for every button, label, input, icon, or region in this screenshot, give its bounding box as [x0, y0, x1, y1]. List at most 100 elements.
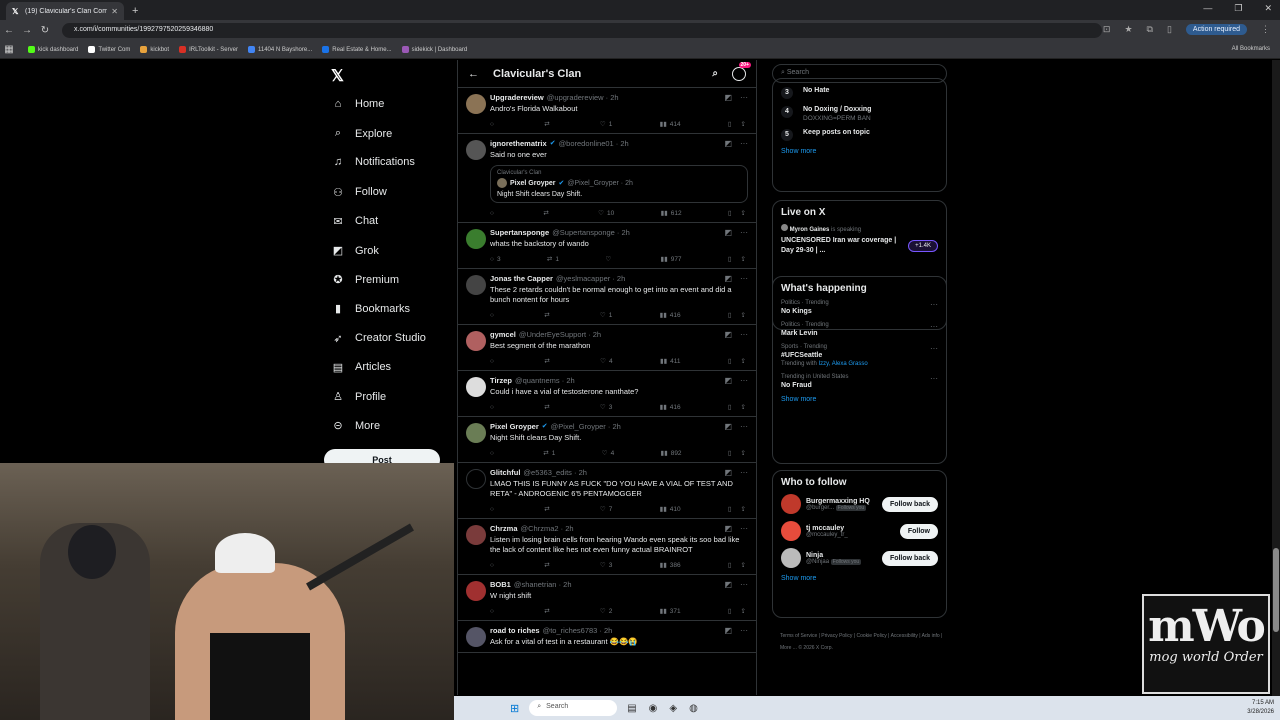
- listeners-badge[interactable]: +1.4K: [908, 240, 938, 252]
- avatar[interactable]: [781, 548, 801, 568]
- community-rule[interactable]: 5 Keep posts on topic: [781, 129, 938, 141]
- follow-suggestion[interactable]: Burgermaxxing HQ @burger... Follows you Fo…: [781, 494, 938, 514]
- grok-icon[interactable]: ◩: [724, 524, 732, 533]
- post-author[interactable]: Supertansponge: [490, 228, 549, 237]
- more-options-icon[interactable]: ···: [740, 93, 748, 102]
- chrome-icon[interactable]: ◉: [649, 703, 658, 714]
- reply-button[interactable]: ○: [490, 449, 497, 457]
- avatar[interactable]: [781, 494, 801, 514]
- retweet-button[interactable]: ⇄: [544, 120, 552, 128]
- share-icon[interactable]: ⇪: [741, 561, 746, 569]
- footer-links[interactable]: Terms of Service | Privacy Policy | Cook…: [780, 630, 950, 654]
- nav-item-grok[interactable]: ◩ Grok: [331, 244, 379, 258]
- more-options-icon[interactable]: ···: [740, 274, 748, 283]
- bookmark-item[interactable]: IRLToolkit - Server: [179, 46, 238, 53]
- like-button[interactable]: ♡ 1: [600, 311, 612, 320]
- community-rule[interactable]: 4 No Doxing / Doxxing DOXXING=PERM BAN: [781, 106, 938, 122]
- close-tab-icon[interactable]: ✕: [111, 7, 118, 16]
- post[interactable]: gymcel @UnderEyeSupport · 2h ◩ ··· Best segm…: [458, 325, 756, 371]
- post-handle[interactable]: @to_riches6783 · 2h: [543, 626, 613, 635]
- live-space-title[interactable]: UNCENSORED Iran war coverage | Day 29-30…: [781, 236, 902, 256]
- post-handle[interactable]: @Pixel_Groyper · 2h: [551, 422, 621, 431]
- retweet-button[interactable]: ⇄: [544, 311, 552, 319]
- post-handle[interactable]: @boredonline01 · 2h: [559, 139, 629, 148]
- discord-icon[interactable]: ◍: [689, 703, 698, 714]
- avatar[interactable]: [466, 275, 486, 295]
- community-rule[interactable]: 3 No Hate: [781, 87, 938, 99]
- bookmark-icon[interactable]: ▯: [728, 403, 732, 411]
- post-author[interactable]: gymcel: [490, 330, 516, 339]
- post[interactable]: Upgradereview @upgradereview · 2h ◩ ··· Andr…: [458, 88, 756, 134]
- search-icon[interactable]: ⌕: [712, 68, 718, 79]
- views-button[interactable]: ▮▮ 414: [660, 120, 681, 129]
- avatar[interactable]: [466, 581, 486, 601]
- more-options-icon[interactable]: ···: [740, 524, 748, 533]
- post-author[interactable]: Pixel Groyper: [490, 422, 539, 431]
- views-button[interactable]: ▮▮ 416: [660, 311, 681, 320]
- url-field[interactable]: x.com/i/communities/1992797520259346880: [62, 23, 1102, 38]
- retweet-button[interactable]: ⇄ 1: [547, 255, 559, 264]
- retweet-button[interactable]: ⇄: [543, 209, 551, 217]
- post[interactable]: Glitchful @e5363_edits · 2h ◩ ··· LMAO THIS …: [458, 463, 756, 519]
- more-options-icon[interactable]: ···: [740, 580, 748, 589]
- more-options-icon[interactable]: ···: [740, 422, 748, 431]
- reply-button[interactable]: ○: [490, 607, 497, 615]
- reply-button[interactable]: ○: [490, 561, 497, 569]
- grok-icon[interactable]: ◩: [724, 330, 732, 339]
- share-icon[interactable]: ⇪: [741, 120, 746, 128]
- views-button[interactable]: ▮▮ 410: [660, 505, 681, 514]
- avatar[interactable]: [466, 469, 486, 489]
- taskbar-search[interactable]: ⌕ Search: [529, 700, 618, 716]
- post-handle[interactable]: @Supertansponge · 2h: [552, 228, 630, 237]
- post[interactable]: Tirzep @quantnems · 2h ◩ ··· Could i have a …: [458, 371, 756, 417]
- bookmark-icon[interactable]: ▯: [728, 449, 732, 457]
- reply-button[interactable]: ○: [490, 357, 497, 365]
- retweet-button[interactable]: ⇄: [544, 505, 552, 513]
- grok-icon[interactable]: ◩: [724, 468, 732, 477]
- bookmark-item[interactable]: 11404 N Bayshore...: [247, 46, 312, 53]
- post[interactable]: ignorethematrix ✔ @boredonline01 · 2h ◩ ··· S…: [458, 134, 756, 223]
- follow-button[interactable]: Follow back: [881, 550, 938, 566]
- retweet-button[interactable]: ⇄: [544, 403, 552, 411]
- share-icon[interactable]: ⇪: [741, 607, 746, 615]
- more-options-icon[interactable]: ···: [740, 626, 748, 635]
- install-icon[interactable]: ⊡: [1103, 24, 1111, 35]
- close-window-icon[interactable]: ✕: [1264, 3, 1272, 14]
- retweet-button[interactable]: ⇄: [544, 607, 552, 615]
- back-icon[interactable]: ←: [0, 25, 18, 36]
- grok-icon[interactable]: ◩: [724, 228, 732, 237]
- action-required-button[interactable]: Action required: [1185, 24, 1247, 35]
- views-button[interactable]: ▮▮ 411: [660, 357, 681, 366]
- views-button[interactable]: ▮▮ 371: [660, 607, 681, 616]
- views-button[interactable]: ▮▮ 386: [660, 561, 681, 570]
- like-button[interactable]: ♡ 1: [600, 120, 612, 129]
- forward-icon[interactable]: →: [18, 25, 36, 36]
- all-bookmarks-button[interactable]: All Bookmarks: [1232, 46, 1270, 52]
- like-button[interactable]: ♡ 2: [600, 607, 612, 616]
- retweet-button[interactable]: ⇄: [544, 357, 552, 365]
- follow-button[interactable]: Follow: [899, 523, 938, 539]
- post-author[interactable]: ignorethematrix: [490, 139, 547, 148]
- nav-item-explore[interactable]: ⌕ Explore: [331, 127, 392, 140]
- post-author[interactable]: Upgradereview: [490, 93, 544, 102]
- apps-icon[interactable]: ▦: [0, 44, 18, 55]
- quoted-post[interactable]: Clavicular's Clan Pixel Groyper ✔ @Pixel_Gr…: [490, 165, 748, 203]
- post-handle[interactable]: @Chrzma2 · 2h: [521, 524, 574, 533]
- app-icon[interactable]: ◈: [669, 703, 677, 714]
- more-options-icon[interactable]: ···: [740, 330, 748, 339]
- post[interactable]: Pixel Groyper ✔ @Pixel_Groyper · 2h ◩ ··· Nig…: [458, 417, 756, 463]
- scrollbar-thumb[interactable]: [1273, 548, 1279, 632]
- post[interactable]: Jonas the Capper @yeslmacapper · 2h ◩ ··· Th…: [458, 269, 756, 325]
- minimize-icon[interactable]: —: [1203, 3, 1212, 14]
- post-author[interactable]: road to riches: [490, 626, 540, 635]
- views-button[interactable]: ▮▮ 416: [660, 403, 681, 412]
- nav-item-premium[interactable]: ✪ Premium: [331, 273, 399, 287]
- nav-item-chat[interactable]: ✉ Chat: [331, 215, 378, 228]
- file-explorer-icon[interactable]: ▤: [627, 703, 636, 714]
- more-options-icon[interactable]: ···: [930, 374, 938, 383]
- post-author[interactable]: Tirzep: [490, 376, 512, 385]
- nav-item-articles[interactable]: ▤ Articles: [331, 361, 391, 374]
- reply-button[interactable]: ○: [490, 505, 497, 513]
- follow-suggestion[interactable]: tj mccauley @mccauley_tr_ Follow: [781, 521, 938, 541]
- bookmark-item[interactable]: Real Estate & Home...: [322, 46, 392, 53]
